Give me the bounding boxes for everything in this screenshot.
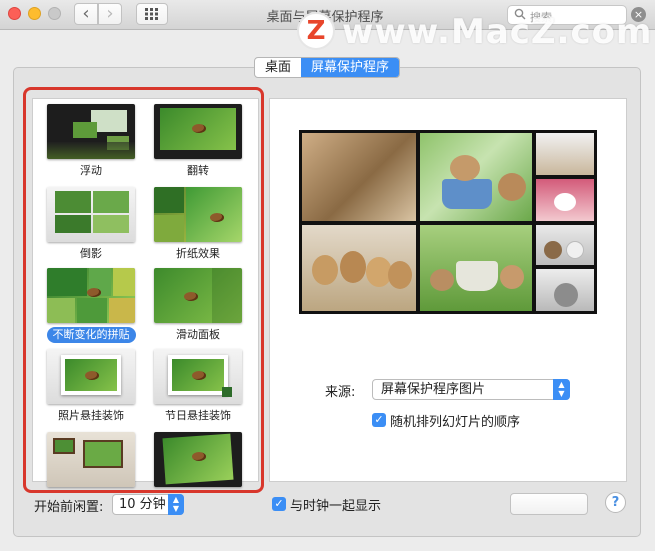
show-clock-checkbox[interactable]: ✓ (272, 497, 286, 511)
preview-tile-bunnies (535, 224, 595, 266)
idle-time-select[interactable]: 10 分钟 ▲ ▼ (112, 494, 184, 515)
highlight-frame (23, 87, 264, 493)
forward-button[interactable]: › (98, 3, 122, 25)
preview-collage (299, 130, 597, 314)
preview-tile-bunnies-cup (419, 132, 533, 222)
help-button[interactable]: ? (605, 492, 626, 513)
tab-screen-saver[interactable]: 屏幕保护程序 (301, 58, 400, 77)
show-all-button[interactable] (136, 3, 168, 25)
back-button[interactable]: ‹ (74, 3, 98, 25)
preview-tile-kittens (535, 132, 595, 176)
grid-icon (145, 5, 159, 24)
close-window-button[interactable] (8, 7, 21, 20)
chevron-right-icon: › (106, 3, 114, 24)
preview-tile-bunnies-grass (419, 224, 533, 312)
preview-tile-kitten (301, 132, 417, 222)
preview-tile-white-bunny (535, 178, 595, 222)
source-value: 屏幕保护程序图片 (381, 382, 486, 397)
updown-arrows-icon: ▲ ▼ (553, 379, 570, 400)
preview-tile-kitten-small (535, 268, 595, 312)
source-select[interactable]: 屏幕保护程序图片 ▲ ▼ (372, 379, 570, 400)
zoom-window-button[interactable] (48, 7, 61, 20)
preview-tile-puppies (301, 224, 417, 312)
minimize-window-button[interactable] (28, 7, 41, 20)
show-clock-label: 与时钟一起显示 (290, 499, 382, 514)
watermark-text: www.MacZ.com (342, 12, 653, 52)
hot-corners-button[interactable] (510, 493, 588, 515)
shuffle-checkbox[interactable]: ✓ (372, 413, 386, 427)
updown-arrows-icon: ▲ ▼ (168, 494, 184, 515)
watermark-logo: Z (297, 12, 335, 50)
source-label: 来源: (325, 385, 356, 400)
chevron-left-icon: ‹ (82, 3, 90, 24)
tab-bar: 桌面 屏幕保护程序 (254, 57, 401, 78)
idle-label: 开始前闲置: (34, 500, 104, 515)
idle-time-value: 10 分钟 (119, 497, 166, 512)
tab-desktop[interactable]: 桌面 (255, 58, 301, 77)
shuffle-label: 随机排列幻灯片的顺序 (390, 415, 521, 430)
